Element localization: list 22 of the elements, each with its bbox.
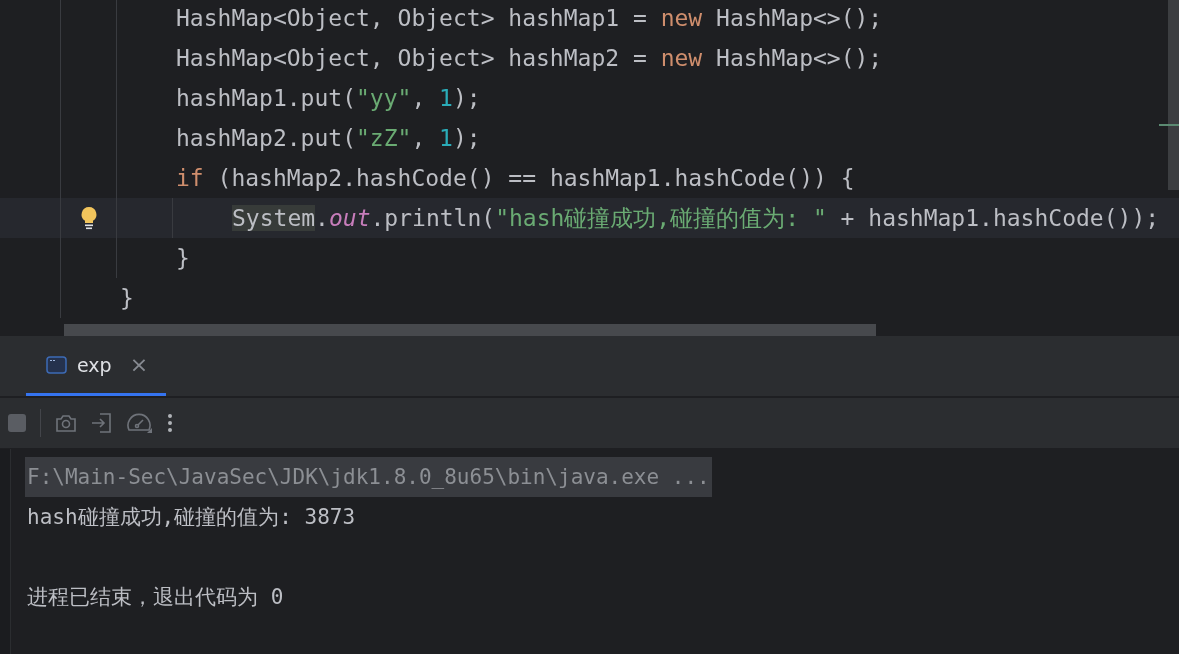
- code-line: System.out.println("hash碰撞成功,碰撞的值为: " + hashMap1.hashCode());: [232, 203, 1160, 233]
- tab-label: exp: [77, 353, 112, 376]
- vertical-scrollbar[interactable]: [1168, 0, 1179, 190]
- code-line: if (hashMap2.hashCode() == hashMap1.hashCode()) {: [176, 165, 855, 191]
- code-line: HashMap<Object, Object> hashMap2 = new HashMap<>();: [176, 45, 883, 71]
- more-icon[interactable]: [167, 413, 173, 433]
- gauge-icon[interactable]: [127, 412, 153, 434]
- camera-icon[interactable]: [55, 413, 77, 433]
- scroll-marker: [1159, 124, 1179, 126]
- close-icon[interactable]: ×: [129, 352, 149, 377]
- code-line: hashMap1.put("yy", 1);: [176, 85, 481, 111]
- code-line: HashMap<Object, Object> hashMap1 = new HashMap<>();: [176, 5, 883, 31]
- console-output: hash碰撞成功,碰撞的值为: 3873: [26, 504, 357, 531]
- console-output: 进程已结束，退出代码为 0: [26, 584, 285, 611]
- closing-brace: }: [176, 245, 190, 271]
- horizontal-scrollbar[interactable]: [64, 324, 876, 336]
- closing-brace: }: [120, 285, 134, 311]
- lightbulb-icon[interactable]: [80, 206, 98, 230]
- console-icon: [46, 355, 67, 374]
- enter-icon[interactable]: [91, 412, 113, 434]
- code-editor[interactable]: [0, 0, 1179, 336]
- code-line: hashMap2.put("zZ", 1);: [176, 125, 481, 151]
